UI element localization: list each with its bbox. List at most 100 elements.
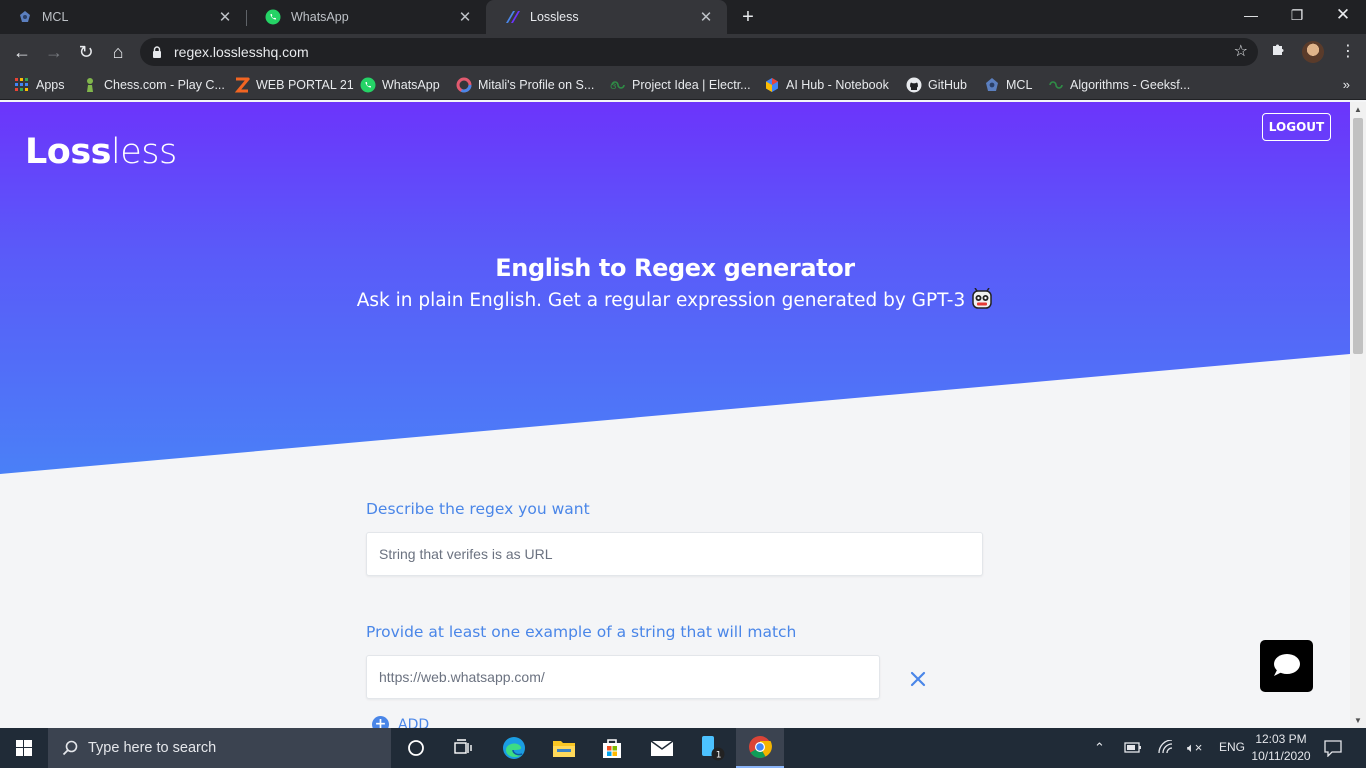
scrollbar-thumb[interactable] (1353, 118, 1363, 354)
bookmark-github[interactable]: GitHub (906, 76, 967, 94)
scroll-down-icon[interactable]: ▼ (1354, 716, 1362, 725)
bookmark-web-portal[interactable]: WEB PORTAL 21 (234, 76, 354, 94)
subtitle-text: Ask in plain English. Get a regular expr… (356, 290, 966, 311)
taskbar-phone-app[interactable]: 1 (688, 728, 736, 768)
apps-grid-icon (15, 78, 28, 91)
new-tab-button[interactable]: + (738, 5, 758, 29)
task-view-icon (454, 739, 472, 754)
bookmark-label: AI Hub - Notebook (786, 78, 889, 92)
logo-bold-part: Loss (25, 132, 112, 172)
tab-title: Lossless (530, 10, 579, 24)
mcl-icon (986, 78, 998, 91)
back-arrow-icon[interactable]: ← (10, 40, 34, 64)
tab-lossless[interactable]: Lossless ✕ (486, 0, 727, 34)
extensions-puzzle-icon[interactable] (1270, 42, 1286, 58)
taskbar-search-input[interactable] (88, 740, 368, 756)
store-bag-icon (603, 739, 621, 758)
profile-ring-icon (456, 77, 472, 93)
restore-window-icon[interactable]: ❐ (1274, 4, 1320, 28)
action-center-icon[interactable] (1324, 739, 1342, 757)
lossless-logo-icon (506, 11, 520, 23)
mail-envelope-icon (650, 740, 674, 756)
bookmark-chess[interactable]: Chess.com - Play C... (82, 76, 225, 94)
task-view-button[interactable] (440, 728, 488, 768)
close-tab-icon[interactable]: ✕ (697, 8, 715, 26)
chess-pawn-icon (87, 78, 93, 92)
clock-date: 10/11/2020 (1251, 749, 1311, 763)
add-label: ADD (398, 716, 430, 729)
bookmarks-bar: Apps Chess.com - Play C... WEB PORTAL 21… (0, 70, 1366, 100)
chrome-icon (749, 736, 772, 758)
example-string-input[interactable] (366, 655, 880, 699)
github-icon (906, 77, 922, 93)
lock-icon (153, 46, 161, 58)
folder-icon (553, 741, 575, 757)
bookmark-star-icon[interactable]: ☆ (1234, 41, 1248, 61)
cortana-button[interactable] (392, 728, 440, 768)
taskbar-file-explorer[interactable] (540, 728, 588, 768)
minimize-window-icon[interactable]: — (1228, 4, 1274, 28)
geeksforgeeks-icon (1049, 81, 1063, 89)
battery-icon[interactable] (1124, 740, 1142, 754)
show-hidden-icons[interactable]: ⌃ (1094, 740, 1105, 756)
browser-toolbar: ← → ↻ ⌂ regex.losslesshq.com ☆ ⋮ (0, 34, 1366, 70)
address-url: regex.losslesshq.com (174, 44, 309, 60)
browser-menu-icon[interactable]: ⋮ (1340, 40, 1356, 64)
tab-mcl[interactable]: MCL ✕ (0, 0, 246, 34)
bookmark-label: Project Idea | Electr... (632, 78, 751, 92)
bookmark-project-idea[interactable]: ɞ Project Idea | Electr... (610, 76, 751, 94)
web-portal-icon (234, 77, 250, 93)
taskbar-chrome[interactable] (736, 728, 784, 768)
language-indicator[interactable]: ENG (1219, 740, 1245, 754)
wifi-icon[interactable] (1157, 740, 1175, 754)
forward-arrow-icon[interactable]: → (42, 40, 66, 64)
mcl-icon (20, 11, 30, 22)
taskbar-store[interactable] (588, 728, 636, 768)
tab-title: MCL (42, 10, 69, 24)
browser-tab-strip: MCL ✕ WhatsApp ✕ Lossless ✕ + — ❐ ✕ (0, 0, 1366, 34)
scroll-up-icon[interactable]: ▲ (1354, 105, 1362, 114)
profile-avatar[interactable] (1302, 41, 1324, 63)
bookmark-whatsapp[interactable]: WhatsApp (360, 76, 440, 94)
bookmark-label: WhatsApp (382, 78, 440, 92)
edge-browser-icon (503, 737, 525, 759)
phone-app-icon: 1 (702, 736, 725, 761)
bookmark-label: Chess.com - Play C... (104, 78, 225, 92)
page-scrollbar[interactable]: ▲ ▼ (1350, 102, 1366, 728)
bookmark-label: MCL (1006, 78, 1033, 92)
taskbar-edge[interactable] (490, 728, 538, 768)
bookmark-mcl[interactable]: MCL (984, 76, 1032, 94)
taskbar-mail[interactable] (638, 728, 686, 768)
bookmark-apps[interactable]: Apps (14, 76, 65, 94)
remove-example-icon[interactable] (906, 667, 930, 691)
bookmark-mitali-profile[interactable]: Mitali's Profile on S... (456, 76, 594, 94)
tab-whatsapp[interactable]: WhatsApp ✕ (247, 0, 486, 34)
bookmark-algorithms[interactable]: Algorithms - Geeksf... (1048, 76, 1190, 94)
taskbar-search-box[interactable] (48, 728, 391, 768)
describe-regex-input[interactable] (366, 532, 983, 576)
close-tab-icon[interactable]: ✕ (456, 8, 474, 26)
describe-label: Describe the regex you want (366, 500, 590, 518)
close-window-icon[interactable]: ✕ (1320, 4, 1366, 28)
logout-button[interactable]: LOGOUT (1262, 113, 1331, 141)
lossless-logo[interactable]: Lossless (25, 132, 177, 172)
address-bar[interactable]: regex.losslesshq.com ☆ (140, 38, 1258, 66)
chat-widget-button[interactable] (1260, 640, 1313, 692)
more-bookmarks-icon[interactable]: » (1343, 77, 1350, 92)
page-viewport: Lossless LOGOUT English to Regex generat… (0, 102, 1350, 728)
bookmark-ai-hub[interactable]: AI Hub - Notebook (764, 76, 889, 94)
search-icon (62, 740, 78, 756)
reload-icon[interactable]: ↻ (74, 40, 98, 64)
page-title: English to Regex generator (495, 254, 855, 282)
home-icon[interactable]: ⌂ (106, 40, 130, 64)
windows-start-icon[interactable] (0, 728, 48, 768)
add-example-button[interactable]: + ADD (372, 716, 429, 728)
geeksforgeeks-icon: ɞ (610, 81, 625, 92)
robot-face-icon (972, 288, 992, 309)
whatsapp-icon (360, 77, 376, 93)
cortana-circle-icon (408, 740, 424, 756)
taskbar-clock[interactable]: 12:03 PM 10/11/2020 (1246, 731, 1316, 765)
close-tab-icon[interactable]: ✕ (216, 8, 234, 26)
whatsapp-icon (265, 9, 281, 25)
volume-muted-icon[interactable]: 🔈︎× (1187, 740, 1202, 756)
